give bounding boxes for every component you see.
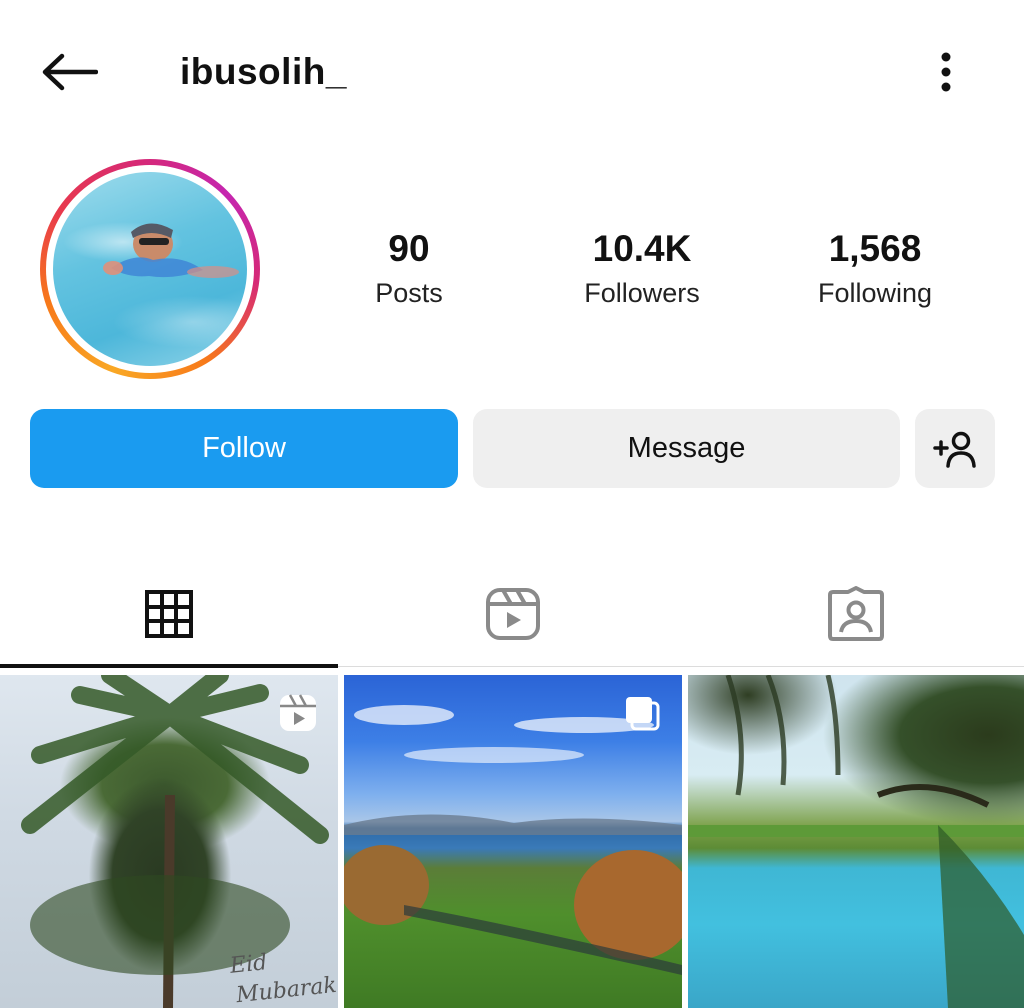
back-button[interactable] bbox=[36, 44, 102, 100]
posts-count: 90 bbox=[388, 228, 430, 269]
tab-tagged[interactable] bbox=[688, 566, 1024, 662]
message-button[interactable]: Message bbox=[473, 409, 900, 488]
more-vertical-icon bbox=[941, 52, 951, 92]
tagged-icon bbox=[828, 586, 884, 641]
avatar-swimmer bbox=[103, 223, 239, 278]
profile-username: ibusolih_ bbox=[180, 51, 347, 92]
mangrove-lake-image bbox=[688, 675, 1024, 1008]
grid-icon bbox=[145, 590, 193, 638]
posts-label: Posts bbox=[375, 278, 443, 308]
following-count: 1,568 bbox=[828, 228, 922, 269]
following-label: Following bbox=[817, 278, 933, 308]
story-ring[interactable] bbox=[40, 159, 260, 379]
tab-reels[interactable] bbox=[343, 566, 683, 662]
tab-posts-grid[interactable] bbox=[0, 566, 338, 662]
post-caption-line1: Eid bbox=[228, 950, 269, 979]
active-tab-indicator bbox=[0, 664, 338, 668]
post-thumbnail[interactable]: Eid Mubarak bbox=[0, 675, 338, 1008]
add-person-icon bbox=[933, 431, 976, 468]
more-options-button[interactable] bbox=[924, 44, 968, 100]
followers-count: 10.4K bbox=[592, 228, 692, 269]
avatar[interactable] bbox=[53, 172, 247, 366]
post-thumbnail[interactable] bbox=[688, 675, 1024, 1008]
followers-label: Followers bbox=[584, 278, 700, 308]
following-stat[interactable]: 1,568 Following bbox=[780, 225, 970, 313]
posts-stat[interactable]: 90 Posts bbox=[314, 225, 504, 313]
reels-icon bbox=[280, 694, 316, 731]
reels-icon bbox=[486, 588, 540, 640]
carousel-icon bbox=[626, 697, 660, 731]
post-thumbnail[interactable] bbox=[344, 675, 682, 1008]
arrow-left-icon bbox=[42, 53, 98, 91]
tab-divider bbox=[338, 666, 1024, 667]
suggested-accounts-button[interactable] bbox=[915, 409, 995, 488]
follow-button[interactable]: Follow bbox=[30, 409, 458, 488]
followers-stat[interactable]: 10.4K Followers bbox=[547, 225, 737, 313]
